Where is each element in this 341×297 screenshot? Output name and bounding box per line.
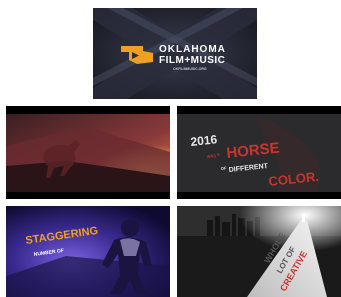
of-text: OF — [221, 165, 228, 171]
landscape-artwork — [6, 106, 170, 199]
logo-line2: FILM+MUSIC — [159, 55, 225, 66]
road-artwork: WHOLE LOT OF CREATIVE — [177, 206, 341, 297]
light-figure-icon — [302, 214, 305, 222]
logo-artwork: OKLAHOMA FILM+MUSIC OKFILMMUSIC.ORG — [93, 8, 257, 99]
staggering-artwork: STAGGERING NUMBER OF — [6, 206, 170, 297]
logo-line1: OKLAHOMA — [159, 44, 226, 55]
video-thumbnail-logo[interactable]: OKLAHOMA FILM+MUSIC OKFILMMUSIC.ORG — [93, 8, 257, 99]
video-thumbnail-horse-text[interactable]: 2016 WAS A HORSE OF DIFFERENT COLOR. — [177, 106, 341, 199]
video-thumbnail-landscape[interactable] — [6, 106, 170, 199]
was-text: WAS — [207, 153, 217, 159]
year-text: 2016 — [190, 132, 218, 149]
video-thumbnail-road[interactable]: WHOLE LOT OF CREATIVE — [177, 206, 341, 297]
video-thumbnail-staggering[interactable]: STAGGERING NUMBER OF — [6, 206, 170, 297]
horse-text-artwork: 2016 WAS A HORSE OF DIFFERENT COLOR. — [177, 106, 341, 199]
logo-url: OKFILMMUSIC.ORG — [173, 67, 207, 71]
